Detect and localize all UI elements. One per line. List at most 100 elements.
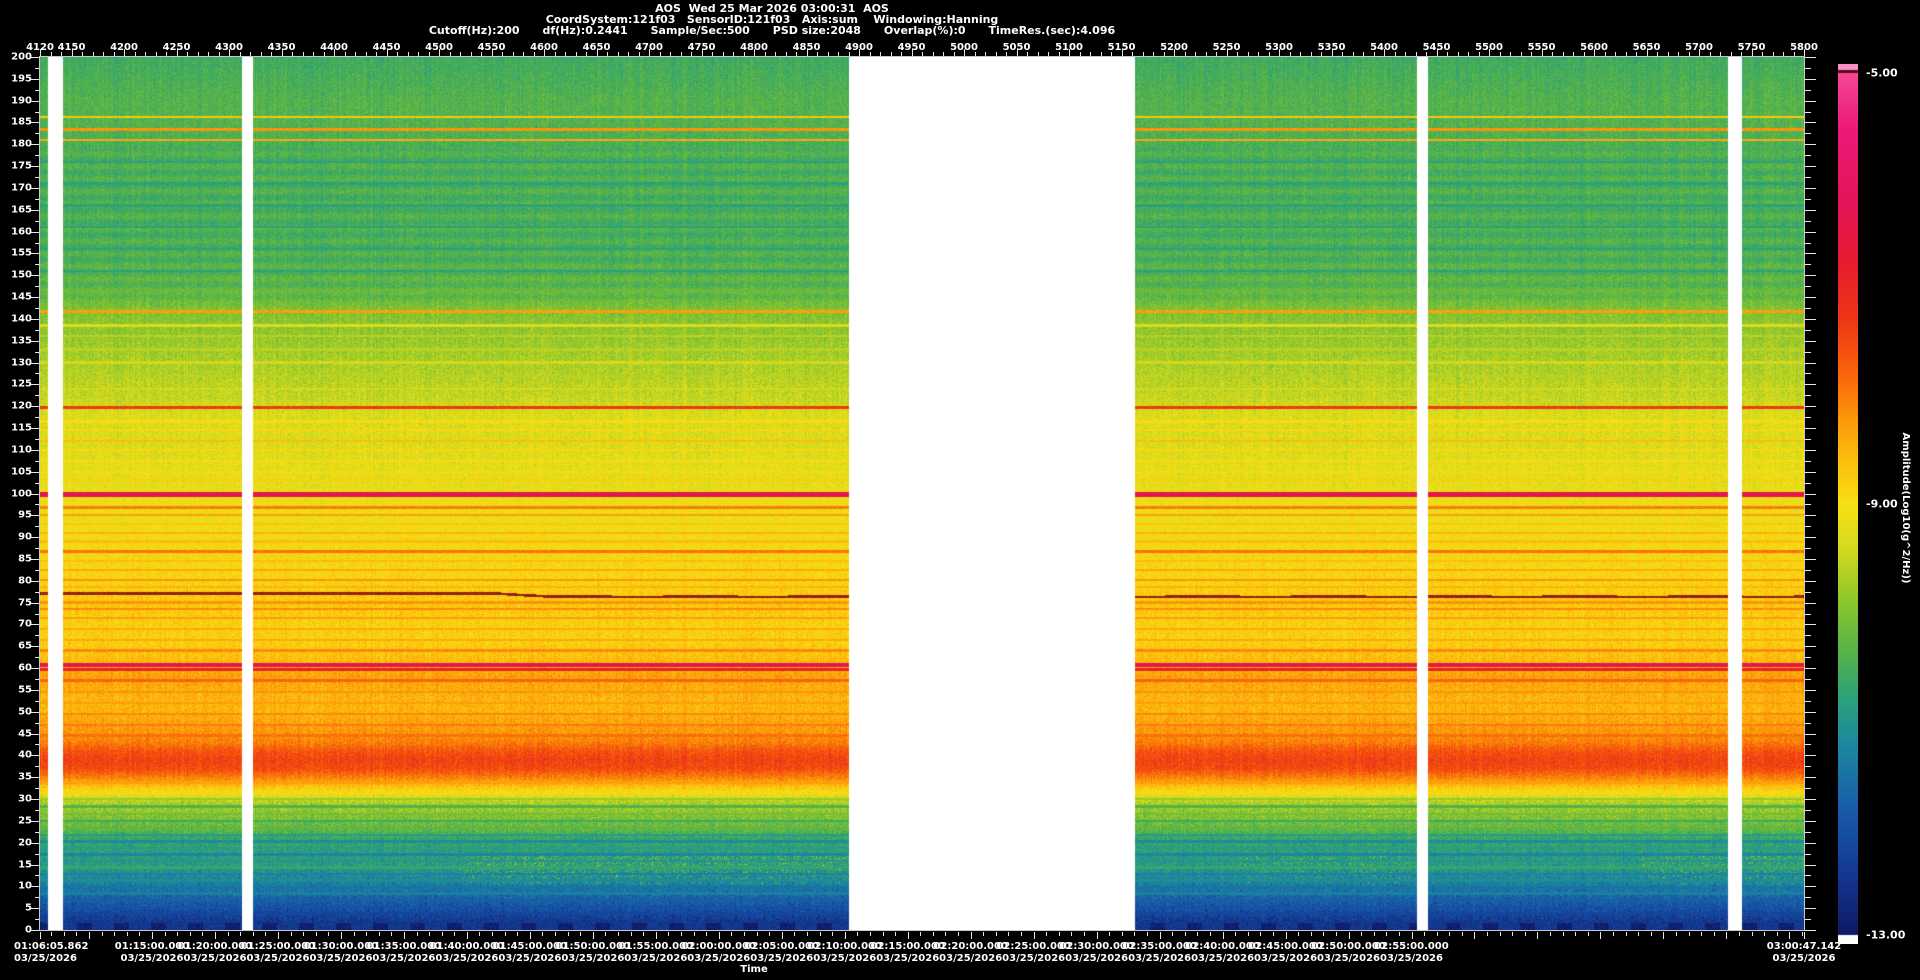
axis-tick [920,932,922,936]
axis-tick [277,932,279,939]
axis-tick [1147,932,1149,936]
axis-tick [769,932,771,936]
axis-tick [592,932,594,939]
axis-tick [31,100,39,102]
time-tick-label: 02:55:00.000 03/25/2026 [1374,941,1448,965]
axis-tick [290,932,292,936]
axis-tick [1805,307,1811,309]
frequency-tick-label: 30 [18,793,32,805]
axis-tick [378,932,380,936]
axis-tick [1805,908,1816,910]
axis-tick [1499,932,1501,936]
axis-tick [1235,932,1237,936]
record-tick-label: 5100 [1055,42,1083,53]
axis-tick [1805,297,1816,299]
frequency-tick-label: 0 [25,924,32,936]
axis-tick [1805,700,1811,702]
axis-tick [1738,932,1740,936]
record-tick-label: 4150 [57,42,86,53]
axis-tick [1260,932,1262,936]
record-tick-label: 5450 [1422,42,1451,53]
axis-tick [31,406,39,408]
axis-tick [945,932,947,936]
axis-tick [1805,602,1816,604]
axis-tick [1713,932,1715,936]
axis-tick [265,932,267,936]
frequency-tick-label: 35 [18,771,32,783]
axis-tick [177,932,179,936]
frequency-tick-label: 5 [25,902,32,914]
axis-tick [252,932,254,936]
axis-tick [31,144,39,146]
axis-tick [114,932,116,936]
axis-tick [743,932,745,936]
axis-tick [1184,932,1186,936]
axis-tick [152,932,153,939]
axis-tick [1398,932,1400,936]
axis-tick [630,932,632,936]
axis-tick [681,932,682,936]
time-tick-time: 01:06:05.862 [14,941,89,952]
axis-tick [1348,932,1350,939]
frequency-tick-label: 115 [11,422,32,434]
axis-tick [567,932,569,936]
axis-tick [1805,428,1816,430]
axis-tick [1701,932,1703,936]
frequency-tick-label: 110 [11,444,32,456]
axis-tick [1487,932,1489,936]
axis-tick [31,471,39,473]
frequency-tick-label: 190 [11,95,32,107]
axis-tick [63,932,65,936]
record-tick-label: 5150 [1107,42,1136,53]
axis-tick [1071,932,1073,936]
axis-tick [1805,67,1811,69]
frequency-tick-label: 90 [18,531,32,543]
axis-tick [31,558,39,560]
record-tick-label: 5350 [1317,42,1346,53]
time-tick-date: 03/25/2026 [14,953,77,964]
frequency-tick-label: 145 [11,291,32,303]
axis-tick [1600,932,1602,939]
frequency-tick-label: 130 [11,357,32,369]
axis-tick [1411,932,1413,939]
aos-spectrogram-window: AOS Wed 25 Mar 2026 03:00:31 AOS CoordSy… [0,0,1920,980]
time-axis-title: Time [740,964,768,975]
spectrogram-canvas[interactable] [40,57,1804,930]
frequency-tick-label: 170 [11,182,32,194]
frequency-tick-label: 120 [11,400,32,412]
record-tick-label: 4300 [215,42,243,53]
axis-tick [139,932,141,936]
time-tick-label: 01:06:05.862 03/25/2026 [14,941,88,965]
colorbar-tick-label: -9.00 [1866,497,1898,511]
axis-tick [31,122,39,124]
axis-tick [1449,932,1451,936]
axis-tick [189,932,191,936]
axis-tick [214,932,216,939]
record-tick-label: 4900 [845,42,873,53]
axis-tick [31,930,39,931]
frequency-tick-label: 125 [11,378,32,390]
axis-tick [1805,569,1811,571]
axis-tick [1805,482,1811,484]
axis-tick [76,932,78,936]
axis-tick [1805,417,1811,419]
axis-tick [31,537,39,539]
time-tick-date: 03/25/2026 [1772,953,1836,964]
axis-tick [1805,766,1811,768]
axis-tick [1805,122,1816,124]
record-tick-label: 5200 [1160,42,1188,53]
record-tick-label: 5400 [1370,42,1398,53]
frequency-tick-label: 15 [18,859,32,871]
axis-tick [1805,919,1811,921]
axis-tick [31,493,39,495]
axis-tick [1805,449,1816,451]
frequency-tick-label: 95 [18,509,32,521]
axis-tick [31,253,39,255]
axis-tick [1805,111,1811,113]
frequency-tick-label: 50 [18,706,32,718]
axis-tick [1638,932,1640,936]
axis-tick [1386,932,1388,936]
axis-tick [529,932,531,939]
time-tick-time: 03:00:47.142 [1766,941,1842,952]
axis-tick [1805,395,1811,397]
